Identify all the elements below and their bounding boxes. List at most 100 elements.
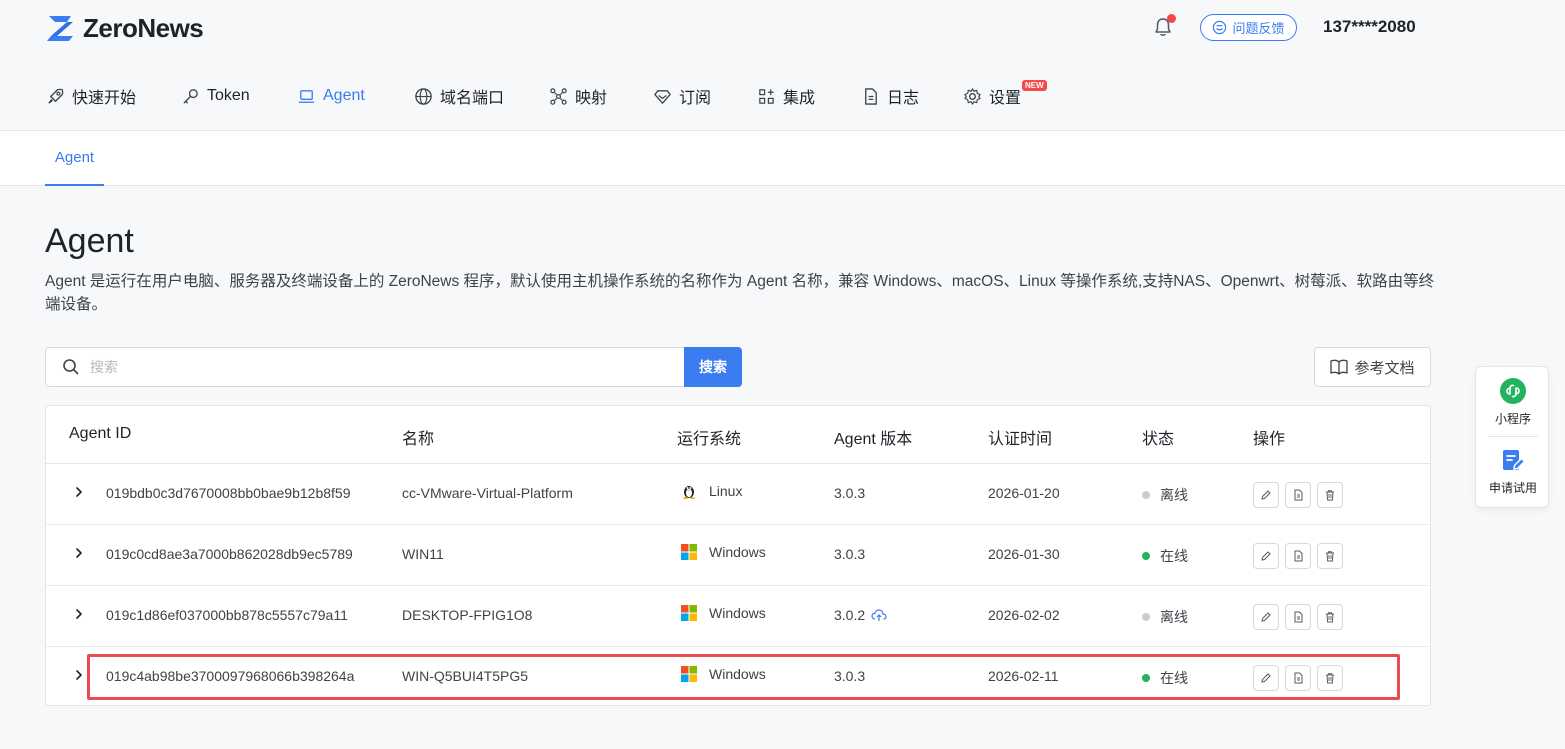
- key-icon: [183, 88, 198, 104]
- nav-token[interactable]: Token: [181, 80, 250, 112]
- table-row[interactable]: 019bdb0c3d7670008bb0bae9b12b8f59 cc-VMwar…: [46, 464, 1430, 525]
- status-label: 离线: [1160, 487, 1188, 503]
- search-box: 搜索: [45, 347, 742, 387]
- version-cell: 3.0.2: [834, 607, 887, 623]
- tab-agent[interactable]: Agent: [45, 131, 104, 186]
- apply-trial-button[interactable]: 申请试用: [1476, 447, 1550, 496]
- status-cell: 在线: [1142, 668, 1188, 688]
- nav-subscription[interactable]: 订阅: [653, 80, 711, 112]
- os-label: Windows: [709, 605, 766, 621]
- cloud-update-icon[interactable]: [871, 608, 887, 622]
- chevron-right-icon[interactable]: [72, 484, 86, 500]
- status-dot: [1142, 491, 1150, 499]
- row-actions: [1253, 665, 1343, 691]
- nav-logs[interactable]: 日志: [861, 80, 919, 112]
- edit-button[interactable]: [1253, 482, 1279, 508]
- nav-settings[interactable]: 设置: [963, 80, 1021, 112]
- delete-button[interactable]: [1317, 482, 1343, 508]
- feedback-button[interactable]: 问题反馈: [1200, 14, 1297, 41]
- logo[interactable]: ZeroNews: [45, 12, 204, 43]
- os-cell: Windows: [681, 605, 766, 621]
- edit-button[interactable]: [1253, 604, 1279, 630]
- user-account[interactable]: 137****2080: [1323, 17, 1416, 37]
- delete-button[interactable]: [1317, 543, 1343, 569]
- windows-icon: [681, 666, 697, 682]
- edit-button[interactable]: [1253, 665, 1279, 691]
- agent-table: Agent ID 名称 运行系统 Agent 版本 认证时间 状态 操作 019…: [45, 405, 1431, 706]
- log-button[interactable]: [1285, 604, 1311, 630]
- delete-button[interactable]: [1317, 604, 1343, 630]
- row-actions: [1253, 543, 1343, 569]
- version-cell: 3.0.3: [834, 668, 865, 684]
- table-row[interactable]: 019c1d86ef037000bb878c5557c79a11 DESKTOP-…: [46, 586, 1430, 647]
- nav-label: Agent: [323, 87, 365, 104]
- os-label: Windows: [709, 666, 766, 682]
- status-cell: 离线: [1142, 607, 1188, 627]
- globe-icon: [415, 87, 432, 105]
- chevron-right-icon[interactable]: [72, 606, 86, 622]
- row-actions: [1253, 604, 1343, 630]
- nav-domain-port[interactable]: 域名端口: [414, 80, 504, 112]
- search-input[interactable]: [90, 359, 660, 375]
- network-icon: [550, 87, 567, 105]
- chevron-right-icon[interactable]: [72, 667, 86, 683]
- delete-button[interactable]: [1317, 665, 1343, 691]
- trash-icon: [1326, 551, 1334, 562]
- os-label: Linux: [709, 483, 743, 499]
- col-name: 名称: [402, 431, 435, 448]
- os-cell: Linux: [681, 483, 742, 499]
- search-icon: [63, 359, 79, 375]
- nav-label: Token: [207, 87, 250, 104]
- nav-agent[interactable]: Agent: [297, 80, 365, 112]
- mini-program-button[interactable]: 小程序: [1476, 378, 1550, 427]
- nav-quick-start[interactable]: 快速开始: [46, 80, 136, 112]
- edit-button[interactable]: [1253, 543, 1279, 569]
- reference-docs-button[interactable]: 参考文档: [1314, 347, 1431, 387]
- rocket-icon: [48, 88, 64, 104]
- agent-id-cell: 019bdb0c3d7670008bb0bae9b12b8f59: [106, 485, 351, 501]
- log-button[interactable]: [1285, 665, 1311, 691]
- table-row[interactable]: 019c0cd8ae3a7000b862028db9ec5789 WIN11 Win…: [46, 525, 1430, 586]
- nav-label: 快速开始: [72, 90, 137, 107]
- version-label: 3.0.3: [834, 546, 866, 562]
- auth-time-cell: 2026-02-02: [988, 607, 1060, 623]
- mini-program-icon: [1500, 378, 1526, 404]
- smile-icon: [1213, 20, 1227, 35]
- page-description: Agent 是运行在用户电脑、服务器及终端设备上的 ZeroNews 程序，默认…: [45, 273, 1435, 313]
- notification-bell[interactable]: [1153, 14, 1176, 38]
- file-icon: [1294, 611, 1303, 623]
- chevron-right-icon[interactable]: [72, 545, 86, 561]
- agent-id-cell: 019c1d86ef037000bb878c5557c79a11: [106, 607, 348, 623]
- version-cell: 3.0.3: [834, 485, 865, 501]
- log-button[interactable]: [1285, 543, 1311, 569]
- os-cell: Windows: [681, 666, 766, 682]
- agent-name-cell: cc-VMware-Virtual-Platform: [402, 485, 573, 501]
- col-operations: 操作: [1253, 431, 1286, 448]
- log-button[interactable]: [1285, 482, 1311, 508]
- file-icon: [1294, 489, 1303, 501]
- auth-time-cell: 2026-01-30: [988, 546, 1060, 562]
- apply-trial-label: 申请试用: [1488, 481, 1537, 495]
- auth-time-cell: 2026-02-11: [988, 668, 1059, 684]
- float-divider: [1488, 436, 1538, 437]
- table-header: Agent ID 名称 运行系统 Agent 版本 认证时间 状态 操作: [46, 406, 1430, 464]
- brand-name: ZeroNews: [83, 12, 204, 43]
- agent-id-cell: 019c0cd8ae3a7000b862028db9ec5789: [106, 546, 353, 562]
- table-row[interactable]: 019c4ab98be3700097968066b398264a WIN-Q5BU…: [46, 647, 1430, 708]
- windows-icon: [681, 544, 697, 560]
- page-title: Agent: [45, 222, 134, 260]
- status-label: 在线: [1160, 548, 1188, 564]
- search-button[interactable]: 搜索: [684, 347, 742, 387]
- document-icon: [865, 87, 877, 105]
- row-actions: [1253, 482, 1343, 508]
- col-os: 运行系统: [677, 431, 742, 448]
- nav-label: 设置: [989, 90, 1022, 107]
- trash-icon: [1326, 612, 1334, 623]
- edit-form-icon: [1503, 450, 1526, 470]
- nav-integration[interactable]: 集成: [757, 80, 815, 112]
- zeronews-logo-icon: [47, 16, 73, 41]
- os-cell: Windows: [681, 544, 766, 560]
- pencil-icon: [1261, 612, 1271, 622]
- main-nav: 快速开始 Token Agent 域名端口 映射 订阅 集成 日志 设置: [0, 80, 1565, 112]
- nav-mapping[interactable]: 映射: [549, 80, 607, 112]
